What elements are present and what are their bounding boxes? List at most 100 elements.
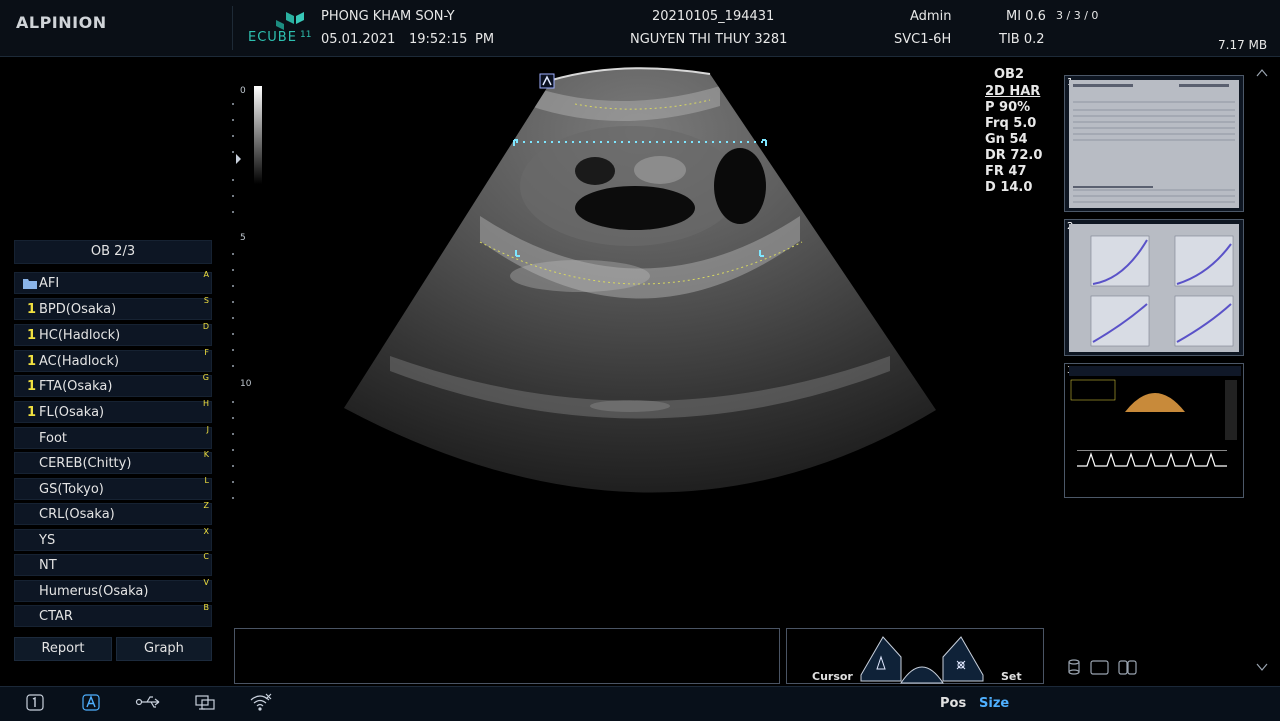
menu-item-ac[interactable]: 1 AC(Hadlock) F: [14, 348, 212, 372]
bottom-toolbar: [0, 686, 1280, 721]
comment-area[interactable]: [234, 628, 780, 684]
brand-logo: ALPINION: [16, 13, 107, 32]
dual-layout-icon[interactable]: [1118, 660, 1128, 675]
image-counts: 3 / 3 / 0: [1056, 9, 1099, 22]
item-count: 1: [27, 302, 37, 317]
item-label: NT: [39, 558, 57, 573]
shortcut-key: F: [204, 348, 209, 357]
single-layout-icon[interactable]: [1090, 660, 1109, 675]
database-icon[interactable]: [1068, 659, 1080, 665]
param-frame-rate: FR 47: [985, 164, 1027, 179]
shortcut-key: H: [202, 399, 209, 408]
thumbnail-report[interactable]: 1: [1064, 75, 1244, 212]
shortcut-key: B: [203, 603, 210, 612]
usb-icon[interactable]: [135, 692, 163, 712]
shortcut-key: D: [202, 322, 209, 331]
shortcut-key: G: [202, 373, 209, 382]
item-label: YS: [39, 533, 56, 548]
layout-icons: [1068, 659, 1137, 675]
menu-item-fl[interactable]: 1 FL(Osaka) H: [14, 399, 212, 423]
item-label: BPD(Osaka): [39, 302, 117, 317]
item-label: HC(Hadlock): [39, 328, 121, 343]
grayscale-bar: [254, 86, 262, 184]
ob-page-title[interactable]: OB 2/3: [14, 240, 212, 264]
trackball-panel: Cursor Set: [786, 628, 1044, 684]
menu-folder-label: AFI: [39, 276, 60, 291]
doppler-preview: [1069, 366, 1241, 467]
trackball-diagram: [860, 636, 984, 684]
preset-name: OB2: [994, 67, 1025, 82]
size-label[interactable]: Size: [979, 696, 1009, 711]
menu-item-foot[interactable]: Foot J: [14, 425, 212, 449]
trackball-icon[interactable]: [900, 666, 944, 684]
ecube-logo: ECUBE 11: [248, 10, 312, 46]
ob-page-title-text: OB 2/3: [90, 244, 136, 259]
item-label: AC(Hadlock): [39, 354, 120, 369]
depth-tick-10: 10: [240, 379, 252, 389]
menu-item-hc[interactable]: 1 HC(Hadlock) D: [14, 322, 212, 346]
report-button[interactable]: Report: [14, 637, 112, 661]
network-print-icon[interactable]: [193, 692, 219, 712]
param-power: P 90%: [985, 100, 1031, 115]
item-label: CEREB(Chitty): [39, 456, 132, 471]
hospital-name: PHONG KHAM SON-Y: [321, 9, 455, 24]
shortcut-key: J: [206, 425, 209, 434]
shortcut-key: A: [203, 270, 209, 279]
shortcut-key: X: [203, 527, 209, 536]
shortcut-key: Z: [203, 501, 209, 510]
wifi-icon[interactable]: [248, 692, 274, 712]
folder-icon: [23, 279, 37, 289]
cursor-key-icon[interactable]: [860, 636, 902, 682]
depth-tick-5: 5: [240, 233, 246, 243]
focus-marker-icon[interactable]: [236, 154, 241, 164]
menu-item-gs[interactable]: GS(Tokyo) L: [14, 476, 212, 500]
thumbnail-doppler[interactable]: 3: [1064, 363, 1244, 498]
imaging-mode: 2D HAR: [985, 84, 1041, 99]
item-label: FTA(Osaka): [39, 379, 113, 394]
depth-dots: [232, 103, 234, 499]
report-preview: [1069, 80, 1239, 208]
graph-button[interactable]: Graph: [116, 637, 212, 661]
shortcut-key: C: [203, 552, 209, 561]
shortcut-key: V: [203, 578, 209, 587]
menu-item-ctar[interactable]: CTAR B: [14, 603, 212, 627]
menu-folder-afi[interactable]: AFI A: [14, 270, 212, 294]
menu-item-crl[interactable]: CRL(Osaka) Z: [14, 501, 212, 525]
param-gain: Gn 54: [985, 132, 1028, 147]
param-depth: D 14.0: [985, 180, 1033, 195]
menu-item-cereb[interactable]: CEREB(Chitty) K: [14, 450, 212, 474]
shortcut-key: L: [204, 476, 209, 485]
ultrasound-image[interactable]: [330, 66, 950, 506]
header-divider: [232, 6, 233, 50]
item-count: 1: [27, 328, 37, 343]
pos-label[interactable]: Pos: [940, 696, 966, 711]
study-id: 20210105_194431: [652, 9, 775, 24]
set-key-icon[interactable]: [942, 636, 984, 682]
ecube-logo-text: ECUBE: [248, 30, 297, 45]
menu-item-fta[interactable]: 1 FTA(Osaka) G: [14, 373, 212, 397]
item-label: CRL(Osaka): [39, 507, 115, 522]
menu-item-nt[interactable]: NT C: [14, 552, 212, 576]
menu-item-humerus[interactable]: Humerus(Osaka) V: [14, 578, 212, 602]
item-label: GS(Tokyo): [39, 482, 104, 497]
user-1-icon[interactable]: [24, 692, 46, 712]
depth-tick-0: 0: [240, 86, 246, 96]
patient-name: NGUYEN THI THUY 3281: [630, 32, 788, 47]
item-label: Humerus(Osaka): [39, 584, 149, 599]
mechanical-index: MI 0.6: [1006, 9, 1046, 24]
auto-optimize-icon[interactable]: [80, 692, 102, 712]
shortcut-key: S: [203, 296, 209, 305]
menu-item-bpd[interactable]: 1 BPD(Osaka) S: [14, 296, 212, 320]
scroll-indicator[interactable]: [1255, 68, 1269, 672]
item-count: 1: [27, 379, 37, 394]
menu-item-ys[interactable]: YS X: [14, 527, 212, 551]
param-dynamic-range: DR 72.0: [985, 148, 1043, 163]
item-count: 1: [27, 405, 37, 420]
thumbnail-graph[interactable]: 2: [1064, 219, 1244, 356]
item-count: 1: [27, 354, 37, 369]
item-label: Foot: [39, 431, 68, 446]
depth-scale: [232, 86, 262, 499]
graph-preview: [1069, 224, 1239, 352]
item-label: CTAR: [39, 609, 73, 624]
exam-date: 05.01.2021: [321, 32, 396, 47]
